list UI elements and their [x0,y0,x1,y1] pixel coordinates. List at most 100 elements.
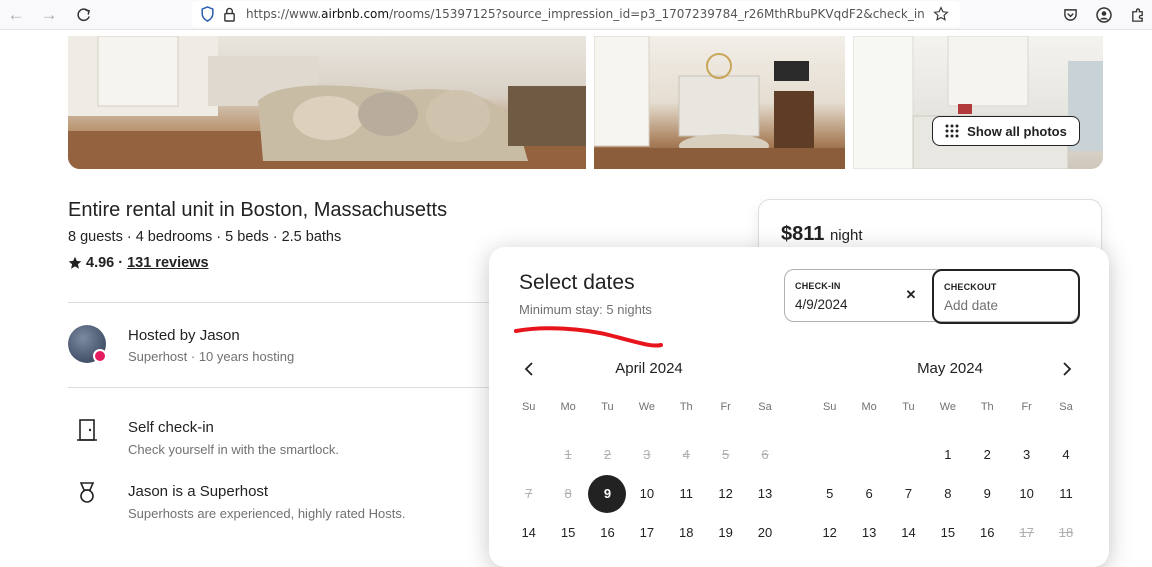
reviews-link[interactable]: 131 reviews [127,255,208,271]
pocket-icon[interactable] [1059,4,1081,26]
back-icon[interactable]: ← [5,4,27,26]
weekday-label: Tu [601,401,614,413]
medal-icon [76,481,98,505]
calendar-day[interactable]: 10 [1007,474,1046,513]
calendar-day[interactable]: 15 [928,513,967,552]
calendar-may: Su Mo Tu We Th Fr Sa 1 2 3 4 5 6 7 8 9 10 11 12 13 14 15 16 17 1… [810,399,1090,552]
calendar-day: 5 [722,447,730,462]
weekday-header: Su Mo Tu We Th Fr Sa [509,399,789,415]
door-icon [76,418,98,442]
forward-icon[interactable]: → [38,4,60,26]
price-per-night: $811 night [781,223,862,246]
weekday-label: Fr [1021,401,1032,413]
host-name: Hosted by Jason [128,327,240,344]
calendar-empty-cell [889,435,928,474]
minimum-stay-text: Minimum stay: 5 nights [519,302,652,317]
date-picker-popover: Select dates Minimum stay: 5 nights CHEC… [489,247,1109,567]
date-picker-title: Select dates [519,271,635,294]
calendar-day[interactable]: 5 [810,474,849,513]
red-underline-annotation [514,326,663,348]
section-divider [68,387,504,388]
calendar-day[interactable]: 9 [968,474,1007,513]
calendar-day[interactable]: 10 [627,474,666,513]
address-bar[interactable]: https://www.airbnb.com/rooms/15397125?so… [192,1,960,27]
calendar-day[interactable]: 16 [968,513,1007,552]
calendar-day[interactable]: 15 [548,513,587,552]
calendar-empty-cell [509,435,548,474]
weekday-label: We [638,401,656,413]
weekday-label: Fr [720,401,731,413]
show-all-photos-button[interactable]: Show all photos [932,116,1080,146]
price-value: $811 [781,223,825,245]
url-text[interactable]: https://www.airbnb.com/rooms/15397125?so… [246,7,926,21]
bookmark-star-icon[interactable] [930,3,952,25]
calendar-empty-cell [849,435,888,474]
calendar-day[interactable]: 12 [810,513,849,552]
calendar-day: 7 [525,486,533,501]
calendar-day[interactable]: 6 [849,474,888,513]
weekday-label: Sa [1059,401,1073,413]
rating-row: 4.96 · 131 reviews [68,255,209,271]
calendar-week-row: 1234 [810,435,1090,474]
feature-desc-superhost: Superhosts are experienced, highly rated… [128,506,406,521]
calendar-day[interactable]: 13 [849,513,888,552]
weekday-label: Th [980,401,994,413]
host-details: Superhost · 10 years hosting [128,349,295,364]
listing-photo-living-room[interactable] [594,36,845,169]
weekday-label: We [939,401,957,413]
extensions-icon[interactable] [1126,4,1148,26]
calendar-day: 1 [564,447,572,462]
account-icon[interactable] [1093,4,1115,26]
star-icon [68,256,82,269]
calendar-day[interactable]: 7 [889,474,928,513]
browser-toolbar: ← → https://www.airbnb.com/rooms/1539712… [0,0,1152,30]
calendar-day[interactable]: 1 [928,435,967,474]
section-divider [68,302,504,303]
reload-icon[interactable] [72,4,94,26]
checkout-field[interactable]: CHECKOUT Add date [932,269,1080,324]
calendar-day-selected[interactable]: 9 [588,474,627,513]
checkout-placeholder: Add date [944,298,999,313]
listing-photo-kitchen[interactable] [853,36,1103,169]
superhost-badge-icon [93,349,107,363]
calendar-day[interactable]: 16 [588,513,627,552]
listing-photo-main[interactable] [68,36,586,169]
calendar-day[interactable]: 2 [968,435,1007,474]
calendar-day[interactable]: 14 [889,513,928,552]
calendar-day[interactable]: 12 [706,474,745,513]
calendar-day[interactable]: 20 [745,513,784,552]
calendar-week-row: 12 13 14 15 16 17 18 [810,513,1090,552]
weekday-label: Su [521,401,536,413]
calendar-day[interactable]: 19 [706,513,745,552]
calendar-week-row: 7 8 9 10 11 12 13 [509,474,789,513]
calendar-day[interactable]: 3 [1007,435,1046,474]
checkin-field[interactable]: CHECK-IN 4/9/2024 ✕ [785,270,932,321]
month-title-may: May 2024 [917,360,983,377]
shield-icon[interactable] [196,3,218,25]
calendar-day: 6 [761,447,769,462]
calendar-day[interactable]: 8 [928,474,967,513]
calendar-day[interactable]: 11 [1046,474,1085,513]
calendar-empty-cell [810,435,849,474]
lock-icon[interactable] [218,3,240,25]
weekday-label: Mo [560,401,576,413]
calendar-day[interactable]: 4 [1046,435,1085,474]
feature-title-self-checkin: Self check-in [128,419,214,436]
show-all-photos-label: Show all photos [967,123,1067,139]
calendar-week-row: 1 2 3 4 5 6 [509,435,789,474]
feature-title-superhost: Jason is a Superhost [128,483,269,500]
calendar-day[interactable]: 17 [627,513,666,552]
clear-date-icon[interactable]: ✕ [903,287,919,303]
calendar-day[interactable]: 18 [667,513,706,552]
calendar-week-row: 14 15 16 17 18 19 20 [509,513,789,552]
calendar-day[interactable]: 14 [509,513,548,552]
calendar-day: 8 [564,486,572,501]
weekday-label: Tu [902,401,915,413]
calendar-day[interactable]: 13 [745,474,784,513]
calendar-day: 18 [1058,525,1074,540]
calendar-day: 2 [603,447,612,462]
calendar-day: 3 [643,447,651,462]
calendar-day[interactable]: 11 [667,474,706,513]
feature-desc-self-checkin: Check yourself in with the smartlock. [128,442,339,457]
calendar-day: 17 [1019,525,1034,540]
